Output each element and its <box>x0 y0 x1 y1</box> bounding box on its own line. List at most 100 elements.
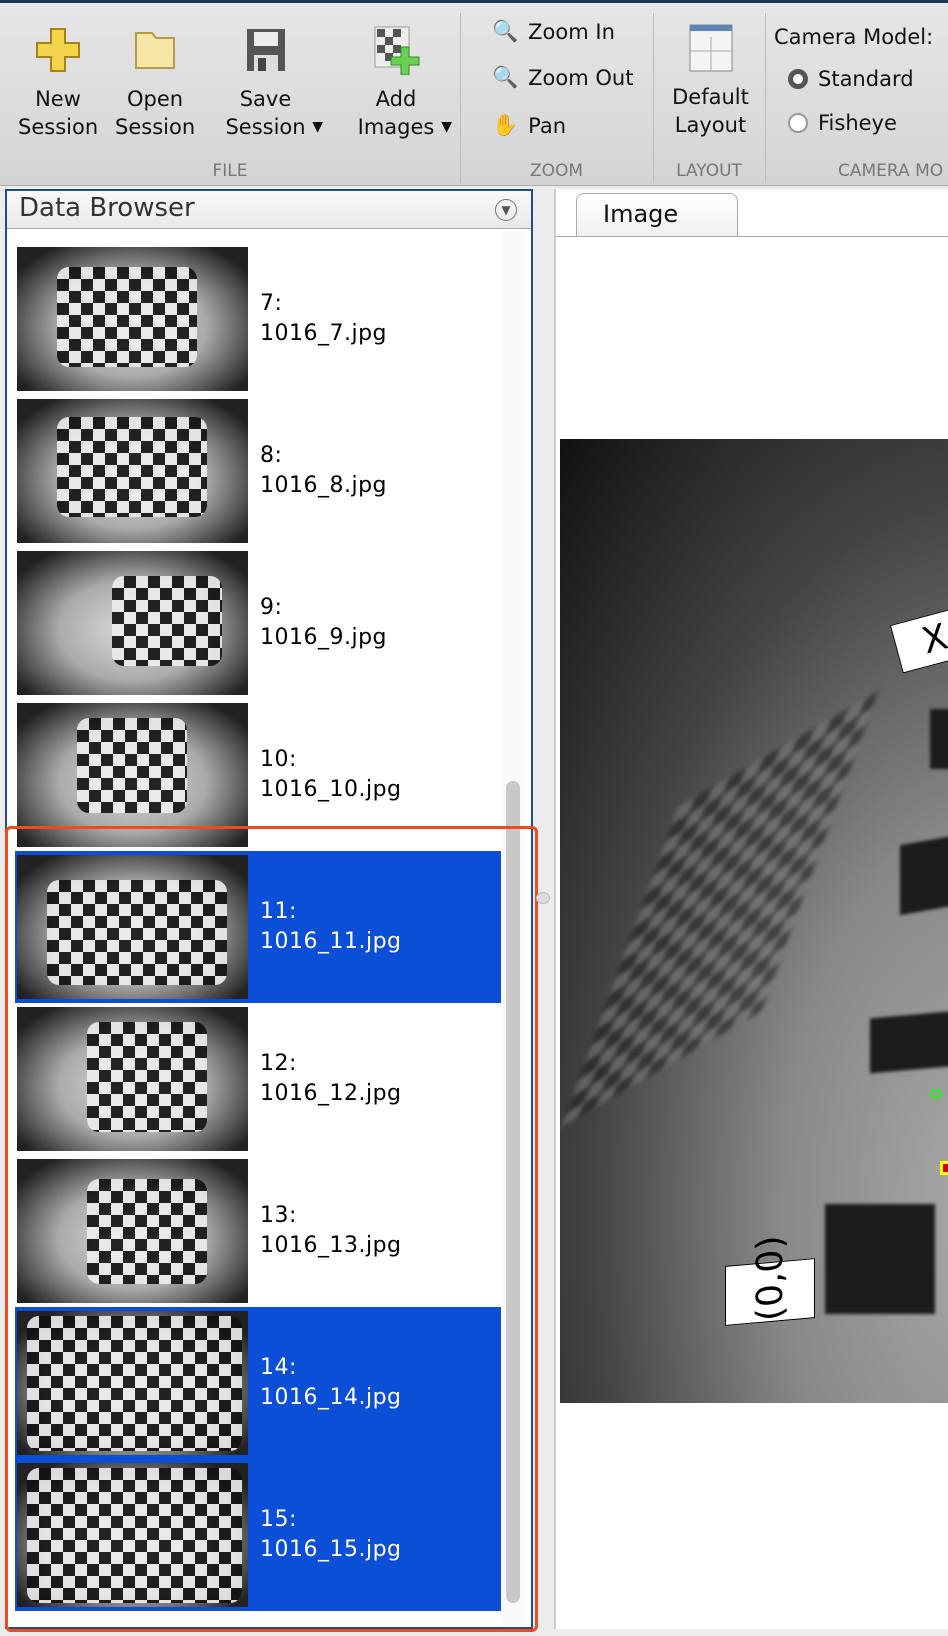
radio-standard[interactable]: Standard <box>788 67 914 91</box>
checkerboard <box>87 1179 207 1284</box>
image-thumbnail <box>17 551 248 695</box>
item-label: 7: 1016_7.jpg <box>260 289 387 349</box>
checkerboard <box>77 718 187 813</box>
image-panel: Image (0,0) X <box>554 189 948 1629</box>
item-index: 11: <box>260 899 297 924</box>
scrollbar-thumb[interactable] <box>506 781 520 1603</box>
image-thumbnail <box>17 247 248 391</box>
dropdown-arrow-icon[interactable]: ▼ <box>441 113 452 141</box>
image-thumbnail <box>17 1463 248 1607</box>
section-label-file: FILE <box>212 161 248 181</box>
hand-icon: ✋ <box>492 113 519 137</box>
item-label: 13: 1016_13.jpg <box>260 1201 402 1261</box>
item-filename: 1016_8.jpg <box>260 473 388 498</box>
item-label: 14: 1016_14.jpg <box>260 1353 402 1413</box>
floppy-disk-icon <box>241 25 291 75</box>
new-session-button[interactable]: New Session <box>18 25 98 141</box>
divider <box>460 13 461 183</box>
list-item[interactable]: 14: 1016_14.jpg <box>15 1307 501 1459</box>
item-label: 9: 1016_9.jpg <box>260 593 387 653</box>
origin-label: (0,0) <box>725 1234 815 1326</box>
checkerboard <box>57 267 197 367</box>
camera-model-label: Camera Model: <box>774 25 934 49</box>
section-label-layout: LAYOUT <box>676 161 742 181</box>
image-thumbnail <box>17 399 248 543</box>
data-browser-panel: Data Browser ▼ 7: 1016_7.jpg 8: 1016_8.jpg … <box>5 189 533 1629</box>
item-index: 14: <box>260 1355 297 1380</box>
list-item[interactable]: 9: 1016_9.jpg <box>15 547 501 699</box>
item-filename: 1016_9.jpg <box>260 625 388 650</box>
item-filename: 1016_12.jpg <box>260 1081 402 1106</box>
item-index: 15: <box>260 1507 297 1532</box>
checker-square <box>900 832 948 916</box>
dropdown-arrow-icon[interactable]: ▼ <box>312 113 323 141</box>
item-label: 10: 1016_10.jpg <box>260 745 402 805</box>
splitter-handle[interactable] <box>536 892 550 904</box>
checkerboard <box>47 880 227 985</box>
image-thumbnail <box>17 1007 248 1151</box>
add-images-icon <box>371 25 421 76</box>
scrollbar[interactable] <box>502 231 524 1627</box>
section-label-zoom: ZOOM <box>529 161 584 181</box>
pan-button[interactable]: ✋ Pan <box>492 113 566 138</box>
save-session-button[interactable]: Save Session ▼ <box>208 25 323 141</box>
toolstrip: New Session Open Session Save Session ▼ A… <box>0 0 948 186</box>
item-label: 11: 1016_11.jpg <box>260 897 402 957</box>
checkerboard <box>112 576 222 666</box>
checkerboard <box>27 1316 242 1451</box>
divider <box>653 13 654 183</box>
list-item[interactable]: 10: 1016_10.jpg <box>15 699 501 851</box>
radio-fisheye[interactable]: Fisheye <box>788 111 897 135</box>
list-item[interactable]: 15: 1016_15.jpg <box>15 1459 501 1611</box>
list-item[interactable]: 11: 1016_11.jpg <box>15 851 501 1003</box>
item-index: 7: <box>260 291 283 316</box>
item-label: 8: 1016_8.jpg <box>260 441 387 501</box>
zoom-in-button[interactable]: 🔍 Zoom In <box>492 19 615 44</box>
checkerboard <box>87 1022 207 1132</box>
checker-square <box>930 709 948 769</box>
plus-icon <box>33 25 83 75</box>
checkerboard <box>57 417 207 517</box>
item-filename: 1016_11.jpg <box>260 929 402 954</box>
calibration-image: (0,0) X <box>560 439 948 1403</box>
radio-unchecked-icon <box>788 113 808 133</box>
checker-square <box>825 1204 935 1314</box>
radio-checked-icon <box>788 69 808 89</box>
item-filename: 1016_10.jpg <box>260 777 402 802</box>
origin-marker <box>940 1161 948 1175</box>
list-item[interactable]: 13: 1016_13.jpg <box>15 1155 501 1307</box>
item-filename: 1016_15.jpg <box>260 1537 402 1562</box>
layout-icon <box>686 23 736 73</box>
zoom-out-button[interactable]: 🔍 Zoom Out <box>492 65 633 90</box>
list-item[interactable]: 12: 1016_12.jpg <box>15 1003 501 1155</box>
image-thumbnail <box>17 703 248 847</box>
item-filename: 1016_7.jpg <box>260 321 388 346</box>
zoom-out-icon: 🔍 <box>492 65 519 89</box>
panel-menu-icon[interactable]: ▼ <box>495 199 517 221</box>
distorted-checkerboard <box>561 691 879 1127</box>
item-index: 10: <box>260 747 297 772</box>
default-layout-button[interactable]: Default Layout <box>668 23 753 139</box>
checker-square <box>870 1009 948 1074</box>
tab-underline <box>556 236 948 237</box>
image-thumbnail <box>17 1159 248 1303</box>
open-session-button[interactable]: Open Session <box>115 25 195 141</box>
item-label: 12: 1016_12.jpg <box>260 1049 402 1109</box>
section-label-camera-model: CAMERA MO <box>838 161 944 181</box>
tab-image[interactable]: Image <box>576 193 738 237</box>
x-axis-label: X <box>889 604 948 674</box>
image-thumbnail <box>17 1311 248 1455</box>
list-item[interactable]: 8: 1016_8.jpg <box>15 395 501 547</box>
zoom-in-icon: 🔍 <box>492 19 519 43</box>
item-index: 12: <box>260 1051 297 1076</box>
list-item[interactable]: 7: 1016_7.jpg <box>15 243 501 395</box>
green-marker <box>930 1089 942 1099</box>
data-browser-header: Data Browser ▼ <box>7 191 531 229</box>
item-index: 13: <box>260 1203 297 1228</box>
checkerboard <box>27 1468 242 1603</box>
image-thumbnail <box>17 855 248 999</box>
item-index: 9: <box>260 595 283 620</box>
item-filename: 1016_14.jpg <box>260 1385 402 1410</box>
add-images-button[interactable]: Add Images ▼ <box>340 25 452 141</box>
divider <box>765 13 766 183</box>
